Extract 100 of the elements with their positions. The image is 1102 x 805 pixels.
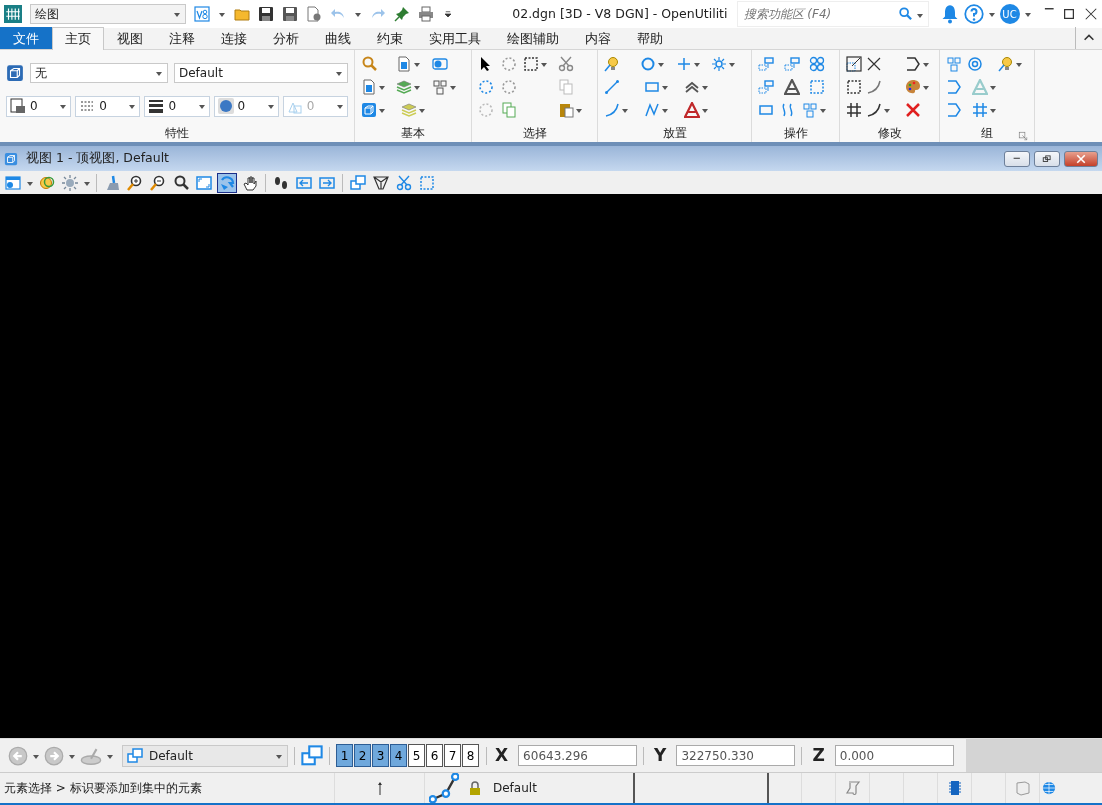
attribute-field[interactable]: 0 xyxy=(6,95,72,117)
level-icon[interactable] xyxy=(396,78,413,95)
hatch-icon[interactable] xyxy=(972,101,988,118)
pin-icon[interactable] xyxy=(394,6,410,22)
view-toggle[interactable]: 1 xyxy=(336,744,353,767)
view-toggle[interactable]: 5 xyxy=(408,744,425,767)
view-toggle[interactable]: 7 xyxy=(444,744,461,767)
paste-icon[interactable] xyxy=(557,101,574,118)
view-toggle[interactable]: 8 xyxy=(462,744,479,767)
align-icon[interactable] xyxy=(809,78,826,95)
group-shape-icon[interactable] xyxy=(946,55,962,72)
prompt-text: 元素选择 > 标识要添加到集中的元素 xyxy=(3,780,203,797)
caret-icon[interactable] xyxy=(354,10,362,18)
bulb-icon[interactable] xyxy=(604,55,620,72)
bracket-icon[interactable] xyxy=(904,55,921,72)
group-label: 特性 xyxy=(165,125,189,142)
chip-icon[interactable] xyxy=(946,780,963,796)
page-settings-icon[interactable] xyxy=(306,6,322,22)
attribute-field[interactable]: 0 xyxy=(213,95,279,117)
caret-icon[interactable] xyxy=(59,102,68,110)
group-label: 操作 xyxy=(783,125,808,142)
view-groups-icon[interactable] xyxy=(301,744,323,767)
save-icon[interactable] xyxy=(258,6,274,22)
coordinate-field[interactable]: 322750.330 xyxy=(676,745,796,766)
cube-icon[interactable] xyxy=(361,101,377,118)
caret-icon[interactable] xyxy=(266,102,275,110)
ribbon-tab[interactable]: 文件 xyxy=(0,27,52,49)
workflow-dropdown[interactable]: 绘图 xyxy=(30,4,186,24)
search-icon[interactable] xyxy=(897,7,912,21)
rotate-view-tool[interactable] xyxy=(217,172,237,193)
star-icon[interactable] xyxy=(711,55,728,72)
folder-icon[interactable] xyxy=(234,6,250,22)
saved-view-dropdown[interactable]: Default xyxy=(122,744,288,767)
dropdown-caret-icon[interactable] xyxy=(173,10,181,18)
caret-icon[interactable] xyxy=(155,69,163,77)
help-icon[interactable] xyxy=(963,4,984,24)
view-toggle[interactable]: 6 xyxy=(426,744,443,767)
ribbon-tab[interactable]: 曲线 xyxy=(312,27,364,49)
reference-icon[interactable] xyxy=(361,78,377,95)
line-segment-icon xyxy=(429,773,459,803)
version-icon[interactable] xyxy=(194,6,210,22)
caret-icon[interactable] xyxy=(218,10,226,18)
ribbon-tab[interactable]: 注释 xyxy=(156,27,208,49)
view-toggle[interactable]: 3 xyxy=(372,744,389,767)
caret-icon[interactable] xyxy=(128,102,137,110)
close-button[interactable] xyxy=(1064,150,1098,167)
view-toggle[interactable]: 4 xyxy=(390,744,407,767)
extend-icon[interactable] xyxy=(865,78,882,95)
dashed-rect-icon[interactable] xyxy=(523,55,540,72)
find-element-icon[interactable] xyxy=(361,55,377,72)
ribbon-tab[interactable]: 分析 xyxy=(260,27,312,49)
dialog-launcher-icon[interactable] xyxy=(1018,130,1028,141)
polyline-icon[interactable] xyxy=(644,101,660,118)
grid-icon[interactable] xyxy=(431,78,448,95)
bracket-shape-icon[interactable] xyxy=(946,78,962,95)
coordinate-field[interactable]: 0.000 xyxy=(834,745,954,766)
arc-icon[interactable] xyxy=(604,101,620,118)
ribbon-tab[interactable]: 连接 xyxy=(208,27,260,49)
caret-icon[interactable] xyxy=(987,10,996,18)
attribute-field[interactable]: 0 xyxy=(144,95,210,117)
ribbon-tab[interactable]: 绘图辅助 xyxy=(494,27,572,49)
dotted-circle-icon[interactable] xyxy=(478,78,494,95)
cursor-icon xyxy=(376,780,383,796)
minimize-button[interactable] xyxy=(1004,150,1030,167)
ribbon-tab[interactable]: 内容 xyxy=(572,27,624,49)
more-icon[interactable] xyxy=(442,8,454,20)
palette-icon[interactable] xyxy=(904,78,921,95)
ribbon-tab[interactable]: 主页 xyxy=(52,27,104,50)
ribbon-tab[interactable]: 帮助 xyxy=(624,27,676,49)
line-icon[interactable] xyxy=(604,78,620,95)
text-style-dropdown[interactable]: Default xyxy=(174,63,348,83)
coordinate-field[interactable]: 60643.296 xyxy=(518,745,638,766)
target-icon[interactable] xyxy=(966,55,983,72)
scale-icon[interactable] xyxy=(846,55,862,72)
maximize-icon[interactable] xyxy=(1062,7,1076,21)
fillet-icon[interactable] xyxy=(865,101,882,118)
ribbon-tab[interactable]: 约束 xyxy=(364,27,416,49)
circles-icon[interactable] xyxy=(809,55,826,72)
level-display-icon[interactable] xyxy=(6,64,24,82)
scissors-icon[interactable] xyxy=(558,55,575,72)
scroll-icon[interactable] xyxy=(844,780,861,796)
circle-icon[interactable] xyxy=(639,55,656,72)
light-icon[interactable] xyxy=(998,55,1015,72)
line-style-icon xyxy=(79,98,96,114)
caret-icon[interactable] xyxy=(335,69,343,77)
caret-icon[interactable] xyxy=(197,102,206,110)
globe-icon[interactable] xyxy=(1042,781,1056,795)
ribbon-tab[interactable]: 实用工具 xyxy=(416,27,494,49)
minimize-icon[interactable] xyxy=(1043,7,1054,11)
ribbon-tab[interactable]: 视图 xyxy=(104,27,156,49)
level-dropdown[interactable]: 无 xyxy=(30,63,168,83)
view-toggle[interactable]: 2 xyxy=(354,744,371,767)
attribute-field[interactable]: 0 xyxy=(75,95,141,117)
restore-button[interactable] xyxy=(1034,150,1060,167)
user-avatar[interactable]: UC xyxy=(999,4,1020,24)
printer-icon[interactable] xyxy=(418,6,434,22)
delete-icon[interactable] xyxy=(904,101,921,118)
caret-icon[interactable] xyxy=(1023,10,1032,18)
model-icon[interactable] xyxy=(396,55,413,72)
close-icon[interactable] xyxy=(1084,7,1098,21)
